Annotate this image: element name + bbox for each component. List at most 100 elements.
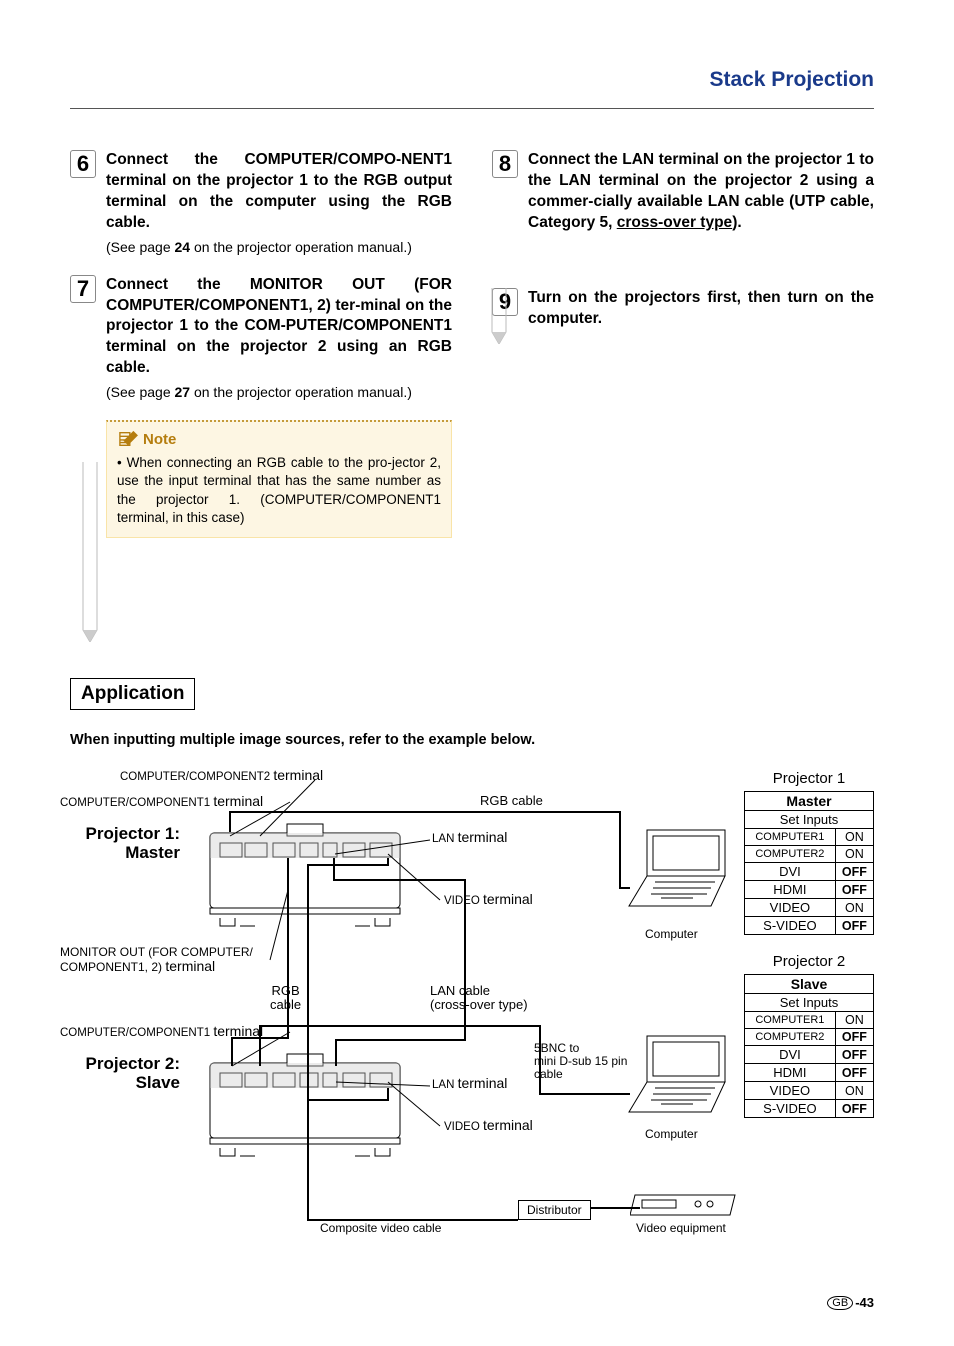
label-lan-cable-b: (cross-over type) bbox=[430, 997, 528, 1012]
setting-value: OFF bbox=[835, 881, 873, 899]
table-projector-1: Master Set Inputs COMPUTER1ONCOMPUTER2ON… bbox=[744, 791, 874, 935]
application-caption: When inputting multiple image sources, r… bbox=[70, 732, 535, 748]
label-computer-1: Computer bbox=[645, 928, 698, 941]
note-label: Note bbox=[143, 431, 176, 448]
step-6-bold: Connect the COMPUTER/COMPO-NENT1 termina… bbox=[106, 151, 452, 231]
label-projector-2-a: Projector 2: bbox=[86, 1054, 180, 1073]
setting-key: VIDEO bbox=[745, 899, 836, 917]
application-heading: Application bbox=[70, 678, 195, 710]
step-6-sub: (See page 24 on the projector operation … bbox=[106, 238, 452, 257]
table-row: COMPUTER2OFF bbox=[745, 1029, 874, 1046]
table-row: COMPUTER1ON bbox=[745, 1012, 874, 1029]
step-7-sub-a: (See page bbox=[106, 384, 175, 400]
step-6-sub-b: on the projector operation manual.) bbox=[190, 239, 412, 255]
page-title: Stack Projection bbox=[709, 68, 874, 92]
wiring-diagram: Distributor COMPUTER/COMPONENT2 terminal… bbox=[60, 770, 874, 1240]
label-projector-1-b: Master bbox=[125, 843, 180, 862]
table-caption-p1: Projector 1 bbox=[744, 770, 874, 787]
gb-badge: GB bbox=[827, 1296, 853, 1310]
table-caption-p2: Projector 2 bbox=[744, 953, 874, 970]
label-cc1-2-word: terminal bbox=[213, 1023, 263, 1039]
label-video-1-word: terminal bbox=[483, 891, 533, 907]
label-video-terminal-1: VIDEO terminal bbox=[444, 892, 533, 908]
step-7-sub: (See page 27 on the projector operation … bbox=[106, 383, 452, 402]
step-number-6: 6 bbox=[70, 150, 96, 178]
label-cc1-terminal: COMPUTER/COMPONENT1 terminal bbox=[60, 794, 263, 810]
step-8-body: Connect the LAN terminal on the projecto… bbox=[528, 150, 874, 234]
label-monitor-out-a: MONITOR OUT (FOR COMPUTER/ bbox=[60, 945, 253, 959]
setting-key: S-VIDEO bbox=[745, 1100, 836, 1118]
setting-value: OFF bbox=[835, 1100, 873, 1118]
label-bnc: 5BNC to mini D-sub 15 pin cable bbox=[534, 1042, 627, 1082]
step-9-bold: Turn on the projectors first, then turn … bbox=[528, 289, 874, 327]
setting-value: ON bbox=[835, 829, 873, 846]
table-row: HDMIOFF bbox=[745, 1064, 874, 1082]
label-monitor-out-b-word: terminal bbox=[165, 958, 215, 974]
label-video-1-pre: VIDEO bbox=[444, 895, 483, 907]
step-8-bold: Connect the LAN terminal on the projecto… bbox=[528, 151, 874, 231]
step-7-body: Connect the MONITOR OUT (FOR COMPUTER/CO… bbox=[106, 275, 452, 403]
table-row: HDMIOFF bbox=[745, 881, 874, 899]
step-6-body: Connect the COMPUTER/COMPO-NENT1 termina… bbox=[106, 150, 452, 257]
setting-value: ON bbox=[835, 846, 873, 863]
table-row: COMPUTER1ON bbox=[745, 829, 874, 846]
note-icon bbox=[117, 430, 139, 448]
label-cc1-pre: COMPUTER/COMPONENT1 bbox=[60, 797, 213, 809]
setting-key: COMPUTER1 bbox=[745, 1012, 836, 1029]
step-8-bold-b: ). bbox=[732, 214, 741, 231]
note-header: Note bbox=[117, 430, 441, 448]
setting-key: COMPUTER2 bbox=[745, 1029, 836, 1046]
label-video-2-pre: VIDEO bbox=[444, 1121, 483, 1133]
step-6-sub-a: (See page bbox=[106, 239, 175, 255]
label-cc1-2-pre: COMPUTER/COMPONENT1 bbox=[60, 1027, 213, 1039]
setting-value: ON bbox=[835, 1012, 873, 1029]
step-9-body: Turn on the projectors first, then turn … bbox=[528, 288, 874, 330]
steps-columns: 6 Connect the COMPUTER/COMPO-NENT1 termi… bbox=[70, 150, 874, 538]
table-row: S-VIDEOOFF bbox=[745, 917, 874, 935]
setting-value: ON bbox=[835, 899, 873, 917]
step-7: 7 Connect the MONITOR OUT (FOR COMPUTER/… bbox=[70, 275, 452, 403]
table-row: S-VIDEOOFF bbox=[745, 1100, 874, 1118]
table-p2-subheader: Set Inputs bbox=[745, 994, 874, 1012]
table-p1-subheader: Set Inputs bbox=[745, 811, 874, 829]
header-divider bbox=[70, 108, 874, 109]
setting-key: COMPUTER2 bbox=[745, 846, 836, 863]
continuation-arrow-left-icon bbox=[80, 462, 100, 642]
setting-key: DVI bbox=[745, 1046, 836, 1064]
label-rgb-cable-vertical: RGB cable bbox=[270, 984, 301, 1013]
step-6-page: 24 bbox=[175, 239, 191, 255]
label-lan-2-word: terminal bbox=[458, 1075, 508, 1091]
step-number-7: 7 bbox=[70, 275, 96, 303]
table-row: VIDEOON bbox=[745, 1082, 874, 1100]
setting-key: HDMI bbox=[745, 881, 836, 899]
label-cc2-pre: COMPUTER/COMPONENT2 bbox=[120, 771, 273, 783]
label-computer-2: Computer bbox=[645, 1128, 698, 1141]
label-lan-terminal-1: LAN terminal bbox=[432, 830, 507, 846]
label-rgb-a: RGB bbox=[271, 983, 299, 998]
label-rgb-cable-top: RGB cable bbox=[480, 794, 543, 808]
label-rgb-b: cable bbox=[270, 997, 301, 1012]
label-video-2-word: terminal bbox=[483, 1117, 533, 1133]
page-number: -43 bbox=[855, 1295, 874, 1310]
label-projector-1-a: Projector 1: bbox=[86, 824, 180, 843]
label-cc2-word: terminal bbox=[273, 767, 323, 783]
table-row: DVIOFF bbox=[745, 863, 874, 881]
setting-value: OFF bbox=[835, 1029, 873, 1046]
table-projector-2: Slave Set Inputs COMPUTER1ONCOMPUTER2OFF… bbox=[744, 974, 874, 1118]
setting-key: COMPUTER1 bbox=[745, 829, 836, 846]
step-6: 6 Connect the COMPUTER/COMPO-NENT1 termi… bbox=[70, 150, 452, 257]
note-box: Note • When connecting an RGB cable to t… bbox=[106, 420, 452, 538]
step-9: 9 Turn on the projectors first, then tur… bbox=[492, 288, 874, 330]
page-footer: GB -43 bbox=[827, 1295, 874, 1310]
step-7-sub-b: on the projector operation manual.) bbox=[190, 384, 412, 400]
table-row: VIDEOON bbox=[745, 899, 874, 917]
setting-value: OFF bbox=[835, 863, 873, 881]
label-lan-cable-a: LAN cable bbox=[430, 983, 490, 998]
label-lan-cable: LAN cable (cross-over type) bbox=[430, 984, 528, 1013]
setting-value: OFF bbox=[835, 917, 873, 935]
note-text: • When connecting an RGB cable to the pr… bbox=[117, 454, 441, 527]
label-video-terminal-2: VIDEO terminal bbox=[444, 1118, 533, 1134]
label-bnc-a: 5BNC to bbox=[534, 1041, 579, 1055]
label-monitor-out: MONITOR OUT (FOR COMPUTER/ COMPONENT1, 2… bbox=[60, 946, 253, 975]
label-projector-1: Projector 1: Master bbox=[60, 825, 180, 862]
